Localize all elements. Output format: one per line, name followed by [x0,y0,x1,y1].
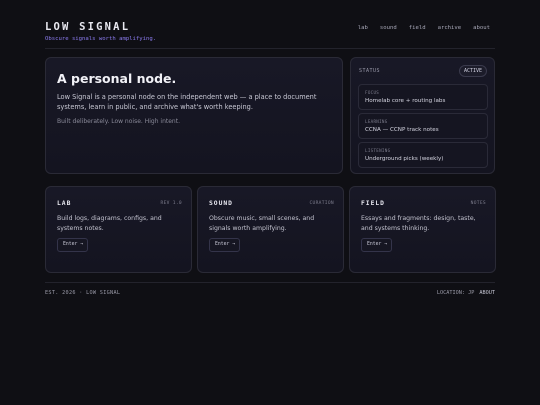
hero-card: A personal node. Low Signal is a persona… [45,57,343,174]
status-item-value: Homelab core + routing labs [365,98,446,104]
nav-lab[interactable]: lab [358,25,368,31]
tile-title: FIELD [361,200,385,207]
status-item-value: CCNA — CCNP track notes [365,127,439,133]
hero-subline: Built deliberately. Low noise. High inte… [57,118,180,125]
nav-field[interactable]: field [409,25,426,31]
status-item-focus: FOCUS Homelab core + routing labs [358,84,488,110]
site-brand[interactable]: LOW SIGNAL [45,21,130,33]
enter-field-button[interactable]: Enter → [361,238,392,252]
tile-tag: CURATION [309,201,334,206]
tile-field: FIELD NOTES Essays and fragments: design… [349,186,496,273]
tile-description: Essays and fragments: design, taste, and… [361,215,476,232]
tile-lab: LAB REV 1.0 Build logs, diagrams, config… [45,186,192,273]
footer-divider [45,282,495,283]
hero-title: A personal node. [57,71,177,86]
status-item-listening: LISTENING Underground picks (weekly) [358,142,488,168]
tile-tag: REV 1.0 [160,201,182,206]
status-badge: ACTIVE [458,65,487,77]
status-item-key: LEARNING [365,119,388,124]
nav-archive[interactable]: archive [438,25,462,31]
site-header: LOW SIGNAL Obscure signals worth amplify… [45,21,495,51]
tile-tag: NOTES [470,201,486,206]
status-card: STATUS ACTIVE FOCUS Homelab core + routi… [350,57,495,174]
site-tagline: Obscure signals worth amplifying. [45,36,157,42]
nav-about[interactable]: about [473,25,490,31]
footer-about-link[interactable]: ABOUT [479,290,495,296]
header-divider [45,48,495,49]
enter-sound-button[interactable]: Enter → [209,238,240,252]
status-label: STATUS [359,68,381,74]
status-item-value: Underground picks (weekly) [365,156,444,162]
tile-sound: SOUND CURATION Obscure music, small scen… [197,186,344,273]
footer-copyright: EST. 2026 · LOW SIGNAL [45,290,121,296]
nav-sound[interactable]: sound [380,25,397,31]
status-item-key: FOCUS [365,90,380,95]
status-item-learning: LEARNING CCNA — CCNP track notes [358,113,488,139]
main-nav: lab sound field archive about [358,25,490,31]
tile-title: SOUND [209,200,233,207]
footer-location: LOCATION: JP [436,290,475,296]
status-item-key: LISTENING [365,148,391,153]
tile-title: LAB [57,200,72,207]
tile-description: Obscure music, small scenes, and signals… [209,215,315,232]
tile-description: Build logs, diagrams, configs, and syste… [57,215,162,232]
footer-right: LOCATION: JP ABOUT [437,290,495,296]
hero-lead: Low Signal is a personal node on the ind… [57,93,317,111]
enter-lab-button[interactable]: Enter → [57,238,88,252]
